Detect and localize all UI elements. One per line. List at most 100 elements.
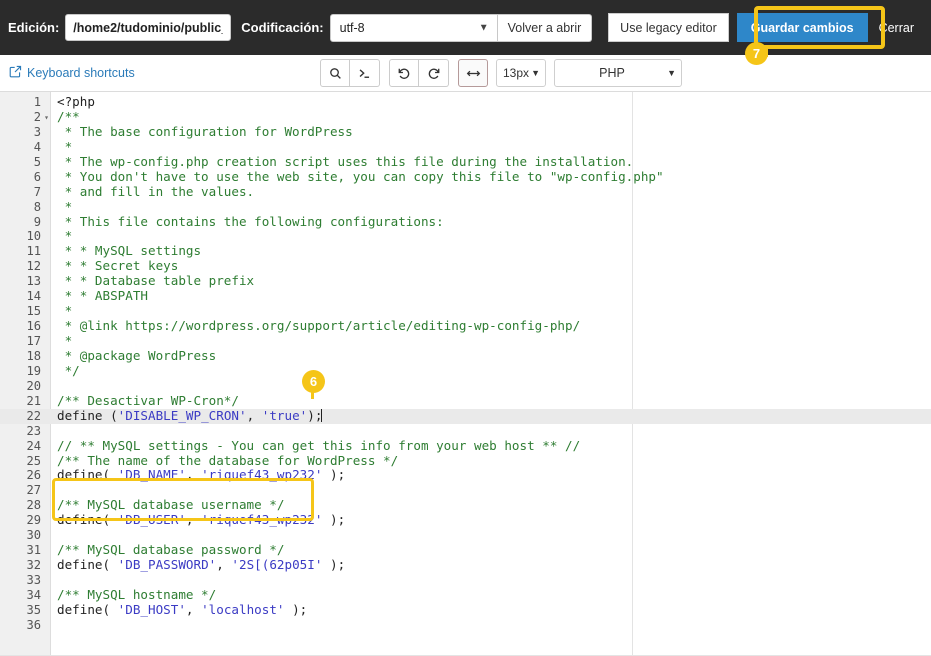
code-token: /** MySQL database username */ xyxy=(57,497,285,513)
code-line[interactable]: 27 xyxy=(0,483,931,498)
line-number: 25 xyxy=(26,453,41,468)
encoding-label: Codificación: xyxy=(241,20,324,35)
code-token: ); xyxy=(322,557,346,573)
code-line[interactable]: 25 /** The name of the database for WordP… xyxy=(0,453,931,469)
word-wrap-toggle[interactable] xyxy=(458,59,488,87)
code-line[interactable]: 11 * * MySQL settings xyxy=(0,243,931,259)
code-line[interactable]: 26 define( 'DB_NAME', 'riquef43_wp232' ); xyxy=(0,467,931,483)
line-text: * @package WordPress xyxy=(50,348,217,364)
code-line[interactable]: 7 * and fill in the values. xyxy=(0,184,931,200)
line-number: 9 xyxy=(33,214,41,229)
code-line[interactable]: 10 * xyxy=(0,228,931,244)
editor-toolbar-buttons: 13px ▼ PHP ▼ xyxy=(320,59,682,87)
command-prompt-icon[interactable] xyxy=(350,59,380,87)
line-number: 22 xyxy=(26,408,41,423)
code-line[interactable]: 1 <?php xyxy=(0,94,931,110)
code-line[interactable]: 24 // ** MySQL settings - You can get thi… xyxy=(0,438,931,454)
keyboard-shortcuts-link[interactable]: Keyboard shortcuts xyxy=(9,65,135,81)
code-line[interactable]: 22 define ('DISABLE_WP_CRON', 'true'); xyxy=(0,408,931,424)
code-token: /** xyxy=(57,108,80,124)
code-token: * @link https://wordpress.org/support/ar… xyxy=(57,318,581,334)
code-token: * xyxy=(57,303,73,319)
encoding-select-wrapper: utf-8 ▼ xyxy=(329,13,498,42)
code-token: , xyxy=(216,557,232,573)
code-line[interactable]: 8 * xyxy=(0,199,931,215)
code-fold-arrow-icon[interactable]: ▾ xyxy=(44,111,49,124)
code-line[interactable]: 12 * * Secret keys xyxy=(0,258,931,274)
font-size-select-wrapper: 13px ▼ xyxy=(496,59,546,87)
code-line[interactable]: 36 xyxy=(0,618,931,633)
code-line[interactable]: 20 xyxy=(0,379,931,394)
line-text: /** Desactivar WP-Cron*/ xyxy=(50,393,239,409)
code-line[interactable]: 31 /** MySQL database password */ xyxy=(0,542,931,558)
code-line[interactable]: 2 ▾ /** xyxy=(0,108,931,125)
code-line[interactable]: 32 define( 'DB_PASSWORD', '2S[(62p05I' ); xyxy=(0,557,931,573)
line-text: * This file contains the following confi… xyxy=(50,213,444,230)
code-line[interactable]: 30 xyxy=(0,528,931,543)
edit-label: Edición: xyxy=(8,20,60,35)
code-line[interactable]: 29 define( 'DB_USER', 'riquef43_wp232' ); xyxy=(0,512,931,528)
use-legacy-editor-button[interactable]: Use legacy editor xyxy=(608,13,729,42)
line-number: 16 xyxy=(26,319,41,334)
code-token: * The base configuration for WordPress xyxy=(57,123,353,139)
code-line[interactable]: 6 * You don't have to use the web site, … xyxy=(0,169,931,185)
code-line[interactable]: 5 * The wp-config.php creation script us… xyxy=(0,153,931,170)
encoding-select[interactable]: utf-8 xyxy=(329,13,498,42)
code-line[interactable]: 15 * xyxy=(0,303,931,319)
line-text: * @link https://wordpress.org/support/ar… xyxy=(50,318,581,334)
code-line[interactable]: 19 */ xyxy=(0,363,931,379)
code-token: define( xyxy=(57,512,118,528)
line-number: 21 xyxy=(26,393,41,408)
line-text: * xyxy=(50,333,73,349)
code-line[interactable]: 35 define( 'DB_HOST', 'localhost' ); xyxy=(0,602,931,618)
line-number: 14 xyxy=(26,289,41,304)
code-token: /** MySQL database password */ xyxy=(57,542,285,558)
close-button[interactable]: Cerrar xyxy=(868,13,925,42)
line-number: 15 xyxy=(26,304,41,319)
code-token: 'DB_USER' xyxy=(117,512,186,528)
line-text xyxy=(50,379,57,394)
undo-icon[interactable] xyxy=(389,59,419,87)
code-line[interactable]: 34 /** MySQL hostname */ xyxy=(0,587,931,603)
line-number: 19 xyxy=(26,363,41,378)
code-content[interactable]: 1 <?php 2 ▾/** 3 * The base configuration fo… xyxy=(0,92,931,633)
find-console-group xyxy=(320,59,380,87)
text-cursor xyxy=(321,408,323,422)
step-badge-6: 6 xyxy=(302,370,325,393)
code-line[interactable]: 23 xyxy=(0,424,931,439)
line-text: * The wp-config.php creation script uses… xyxy=(50,153,634,170)
code-editor[interactable]: 1 <?php 2 ▾/** 3 * The base configuration fo… xyxy=(0,92,931,656)
code-line[interactable]: 9 * This file contains the following con… xyxy=(0,213,931,230)
file-path-input[interactable] xyxy=(65,14,232,41)
line-text: * * Database table prefix xyxy=(50,273,255,289)
line-text: * The base configuration for WordPress xyxy=(50,123,353,140)
code-line[interactable]: 13 * * Database table prefix xyxy=(0,273,931,289)
code-line[interactable]: 18 * @package WordPress xyxy=(0,348,931,364)
line-text: * * Secret keys xyxy=(50,258,179,274)
code-line[interactable]: 14 * * ABSPATH xyxy=(0,288,931,304)
line-text: * * MySQL settings xyxy=(50,243,201,259)
code-line[interactable]: 16 * @link https://wordpress.org/support… xyxy=(0,318,931,334)
language-mode-select[interactable]: PHP xyxy=(554,59,682,87)
font-size-select[interactable]: 13px xyxy=(496,59,546,87)
line-text: * and fill in the values. xyxy=(50,184,255,200)
code-line[interactable]: 28 /** MySQL database username */ xyxy=(0,497,931,513)
code-token: * The wp-config.php creation script uses… xyxy=(57,153,634,169)
code-line[interactable]: 21 /** Desactivar WP-Cron*/ xyxy=(0,393,931,409)
code-line[interactable]: 4 * xyxy=(0,139,931,155)
save-changes-button[interactable]: Guardar cambios xyxy=(736,13,868,42)
line-text xyxy=(50,483,57,498)
step-badge-7: 7 xyxy=(745,42,768,65)
code-token: * * Secret keys xyxy=(57,258,179,274)
reopen-button[interactable]: Volver a abrir xyxy=(497,13,593,42)
redo-icon[interactable] xyxy=(419,59,449,87)
code-line[interactable]: 3 * The base configuration for WordPress xyxy=(0,123,931,140)
line-text: /** The name of the database for WordPre… xyxy=(50,453,398,469)
topbar-actions: Use legacy editor Guardar cambios Cerrar xyxy=(608,13,925,42)
search-icon[interactable] xyxy=(320,59,350,87)
code-token: * This file contains the following confi… xyxy=(57,213,444,229)
code-token: ); xyxy=(322,512,346,528)
code-token: , xyxy=(185,467,202,483)
code-line[interactable]: 33 xyxy=(0,573,931,588)
code-line[interactable]: 17 * xyxy=(0,333,931,349)
